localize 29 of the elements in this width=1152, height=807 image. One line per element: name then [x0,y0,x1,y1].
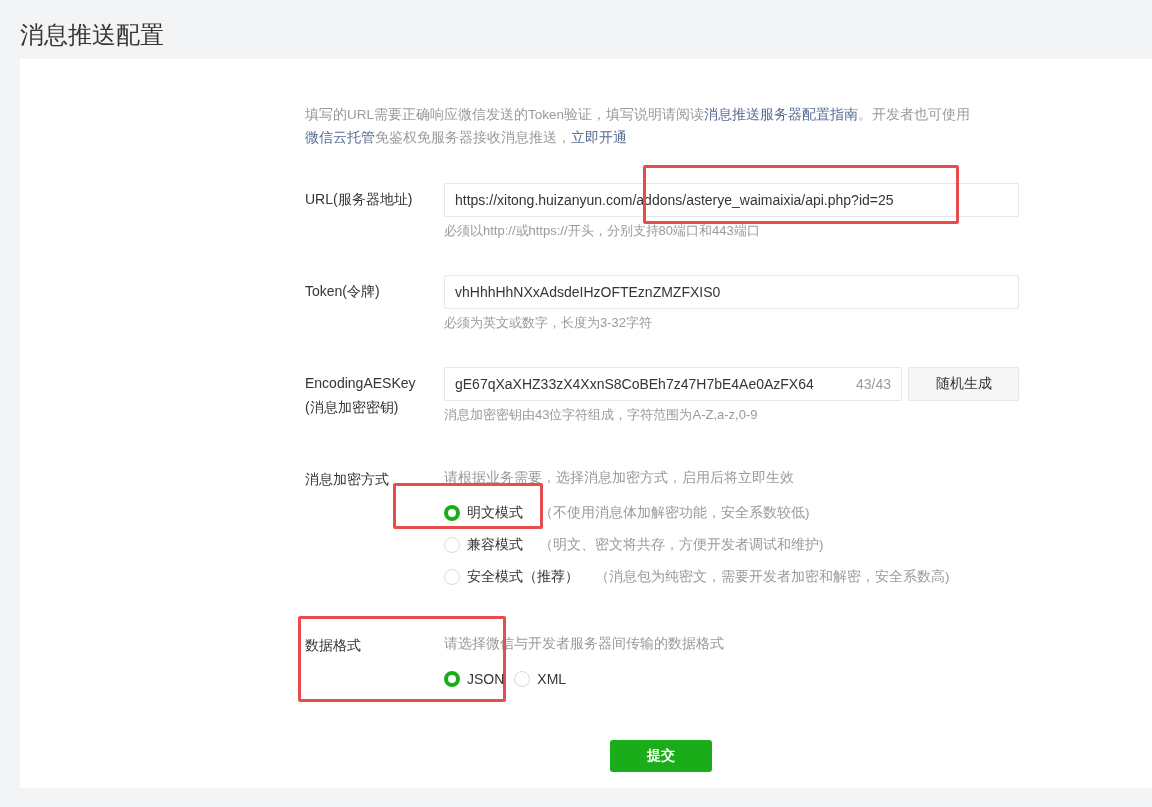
field-label: 数据格式 [305,636,362,655]
field-label: 消息加密方式 [305,470,390,489]
option-note: （不使用消息体加解密功能，安全系数较低) [539,504,810,522]
text-field[interactable]: gE67qXaXHZ33zX4XxnS8CoBEh7z47H7bE4Ae0AzFX64 43/43 [444,367,902,401]
field-hint: 必须以http://或https://开头，分别支持80端口和443端口 [444,222,761,240]
radio-label[interactable]: 明文模式 [467,504,523,522]
radio-label[interactable]: XML [537,671,567,687]
option-note: （消息包为纯密文，需要开发者加密和解密，安全系数高) [595,568,950,586]
page-title: 消息推送配置 [19,20,165,50]
intro-text: 填写的URL需要正确响应微信发送的Token验证，填写说明请阅读消息推送服务器配置指南。开发者也可使用 微信云托管免鉴权免服务器接收消息推送，立即开通 [305,106,972,147]
intro-link[interactable]: 微信云托管 [305,130,375,145]
radio-button[interactable] [444,671,460,687]
intro-link[interactable]: 立即开通 [571,130,627,145]
field-hint: 必须为英文或数字，长度为3-32字符 [444,314,654,332]
field-value: gE67qXaXHZ33zX4XxnS8CoBEh7z47H7bE4Ae0AzFX64 [455,376,815,392]
radio-label[interactable]: 兼容模式 [467,536,523,554]
radio-label[interactable]: 安全模式（推荐） [467,568,579,586]
intro-link[interactable]: 消息推送服务器配置指南 [704,107,859,122]
radio-button[interactable] [444,505,460,521]
field-value: vhHhhHhNXxAdsdeIHzOFTEznZMZFXIS0 [455,284,722,300]
option-note: （明文、密文将共存，方便开发者调试和维护) [539,536,824,554]
field-hint: 消息加密密钥由43位字符组成，字符范围为A-Z,a-z,0-9 [444,406,759,424]
field-label: URL(服务器地址) [305,190,414,209]
random-generate-button[interactable]: 随机生成 [908,367,1019,401]
field-label: EncodingAESKey [305,374,417,393]
char-counter: 43/43 [855,376,891,392]
field-sublabel: (消息加密密钥) [305,398,400,417]
text-field[interactable]: vhHhhHhNXxAdsdeIHzOFTEznZMZFXIS0 [444,275,1019,309]
field-label: Token(令牌) [305,282,381,301]
